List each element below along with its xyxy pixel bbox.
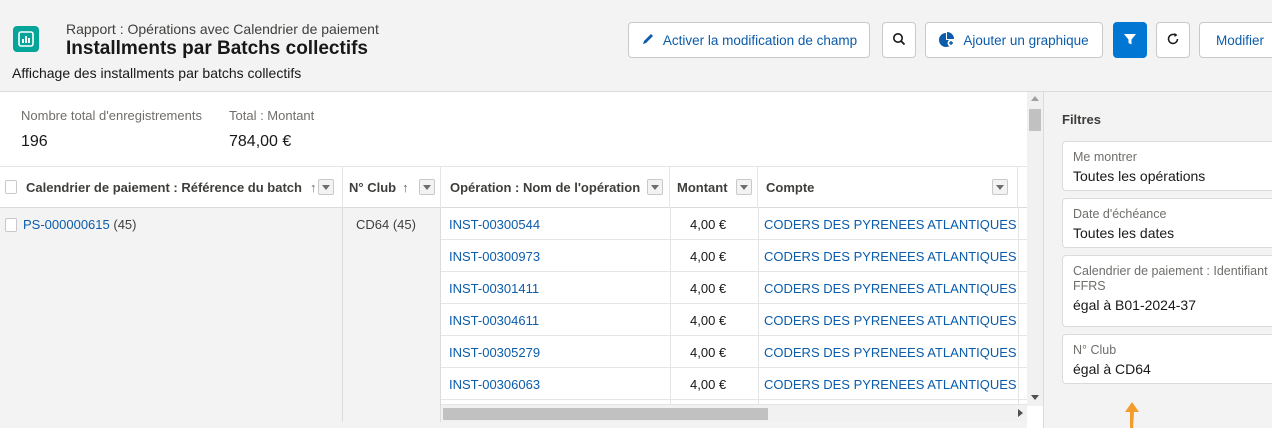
column-divider [670, 208, 671, 404]
account-link[interactable]: CODERS DES PYRENEES ATLANTIQUES [764, 313, 1017, 328]
report-table: Calendrier de paiement : Référence du ba… [0, 166, 1027, 428]
operation-link[interactable]: INST-00306063 [449, 377, 540, 392]
report-description: Affichage des installments par batchs co… [12, 65, 302, 81]
amount-value: 4,00 € [690, 281, 727, 296]
filter-ffrs-id[interactable]: Calendrier de paiement : Identifiant FFR… [1062, 255, 1272, 327]
total-amount-label: Total : Montant [229, 108, 315, 123]
pencil-icon [641, 32, 655, 49]
column-batch-ref-label: Calendrier de paiement : Référence du ba… [26, 180, 302, 195]
column-batch-ref-menu-icon[interactable] [318, 179, 334, 195]
filter-label: N° Club [1073, 343, 1117, 357]
column-operation[interactable]: Opération : Nom de l'opération [441, 167, 670, 208]
column-operation-menu-icon[interactable] [647, 179, 663, 195]
search-icon [892, 32, 906, 49]
sort-asc-icon: ↑ [402, 180, 409, 195]
account-link[interactable]: CODERS DES PYRENEES ATLANTIQUES [764, 377, 1017, 392]
total-records-value: 196 [21, 133, 48, 150]
sort-asc-icon: ↑ [309, 180, 317, 195]
column-account[interactable]: Compte [758, 167, 1018, 208]
filter-label: Date d'échéance [1073, 207, 1167, 221]
filter-toggle-button[interactable] [1113, 22, 1147, 58]
account-link[interactable]: CODERS DES PYRENEES ATLANTIQUES [764, 281, 1017, 296]
filter-value: Toutes les dates [1073, 225, 1175, 241]
scroll-right-icon[interactable] [1018, 409, 1023, 417]
operation-link[interactable]: INST-00300973 [449, 249, 540, 264]
filter-value: égal à B01-2024-37 [1073, 297, 1196, 313]
report-type: Rapport : Opérations avec Calendrier de … [66, 21, 379, 37]
refresh-button[interactable] [1156, 22, 1190, 58]
table-row: INST-00305279 4,00 € CODERS DES PYRENEES… [441, 336, 1027, 368]
table-row: INST-00304611 4,00 € CODERS DES PYRENEES… [441, 304, 1027, 336]
filter-icon [1123, 32, 1137, 49]
amount-value: 4,00 € [690, 377, 727, 392]
scroll-up-icon[interactable] [1031, 96, 1039, 101]
filter-label: Calendrier de paiement : Identifiant FFR… [1073, 264, 1268, 293]
operation-link[interactable]: INST-00304611 [449, 313, 539, 328]
chart-icon [939, 31, 955, 50]
search-button[interactable] [882, 22, 916, 58]
amount-value: 4,00 € [690, 249, 727, 264]
vertical-scrollbar[interactable] [1027, 92, 1043, 406]
account-link[interactable]: CODERS DES PYRENEES ATLANTIQUES [764, 345, 1017, 360]
operation-link[interactable]: INST-00300544 [449, 217, 540, 232]
column-club-menu-icon[interactable] [419, 179, 435, 195]
account-link[interactable]: CODERS DES PYRENEES ATLANTIQUES [764, 249, 1017, 264]
add-chart-button[interactable]: Ajouter un graphique [925, 22, 1103, 58]
amount-value: 4,00 € [690, 345, 727, 360]
total-records-label: Nombre total d'enregistrements [21, 108, 202, 123]
enable-field-edit-button[interactable]: Activer la modification de champ [628, 22, 870, 58]
batch-ref: PS-000000615 (45) [23, 217, 137, 232]
batch-ref-link[interactable]: PS-000000615 [23, 217, 110, 232]
club-group-cell: CD64 (45) [343, 208, 441, 428]
total-amount-value: 784,00 € [229, 133, 292, 150]
enable-field-edit-label: Activer la modification de champ [662, 32, 858, 48]
horizontal-scrollbar[interactable] [441, 404, 1027, 422]
batch-group-cell: PS-000000615 (45) [0, 208, 343, 428]
refresh-icon [1166, 32, 1180, 49]
operation-link[interactable]: INST-00301411 [449, 281, 539, 296]
table-row: INST-00301411 4,00 € CODERS DES PYRENEES… [441, 272, 1027, 304]
report-icon [13, 26, 39, 52]
report-header: Rapport : Opérations avec Calendrier de … [0, 0, 1272, 92]
row-checkbox[interactable] [5, 218, 17, 232]
column-operation-label: Opération : Nom de l'opération [450, 180, 641, 195]
column-amount-menu-icon[interactable] [736, 179, 752, 195]
table-row: INST-00300544 4,00 € CODERS DES PYRENEES… [441, 208, 1027, 240]
filter-value: égal à CD64 [1073, 361, 1151, 377]
edit-button[interactable]: Modifier [1199, 22, 1272, 58]
amount-value: 4,00 € [690, 313, 727, 328]
scroll-down-icon[interactable] [1031, 395, 1039, 400]
horizontal-scroll-thumb[interactable] [443, 408, 768, 420]
column-divider [758, 208, 759, 404]
filter-value: Toutes les opérations [1073, 168, 1206, 184]
column-account-menu-icon[interactable] [992, 179, 1008, 195]
club-value: CD64 (45) [356, 217, 416, 232]
table-footer [0, 422, 1027, 428]
add-chart-label: Ajouter un graphique [963, 32, 1089, 48]
amount-value: 4,00 € [690, 217, 727, 232]
operation-link[interactable]: INST-00305279 [449, 345, 540, 360]
edit-label: Modifier [1216, 32, 1265, 48]
vertical-scroll-thumb[interactable] [1029, 109, 1041, 131]
table-header: Calendrier de paiement : Référence du ba… [0, 166, 1027, 208]
page-title: Installments par Batchs collectifs [66, 38, 368, 59]
column-batch-ref[interactable]: Calendrier de paiement : Référence du ba… [0, 167, 343, 208]
filter-club[interactable]: N° Club égal à CD64 [1062, 334, 1272, 384]
filters-panel: Filtres Me montrer Toutes les opérations… [1043, 92, 1272, 428]
table-row: INST-00306063 4,00 € CODERS DES PYRENEES… [441, 368, 1027, 400]
column-divider [1018, 208, 1019, 404]
filter-show-me[interactable]: Me montrer Toutes les opérations [1062, 141, 1272, 191]
filter-label: Me montrer [1073, 150, 1137, 164]
batch-count: (45) [113, 217, 137, 232]
column-club-label: N° Club [349, 180, 397, 195]
column-account-label: Compte [766, 180, 815, 195]
filter-due-date[interactable]: Date d'échéance Toutes les dates [1062, 198, 1272, 248]
column-amount-label: Montant [677, 180, 728, 195]
account-link[interactable]: CODERS DES PYRENEES ATLANTIQUES [764, 217, 1017, 232]
filters-title: Filtres [1062, 112, 1102, 127]
table-row: INST-00300973 4,00 € CODERS DES PYRENEES… [441, 240, 1027, 272]
arrow-up-icon [1122, 402, 1142, 428]
